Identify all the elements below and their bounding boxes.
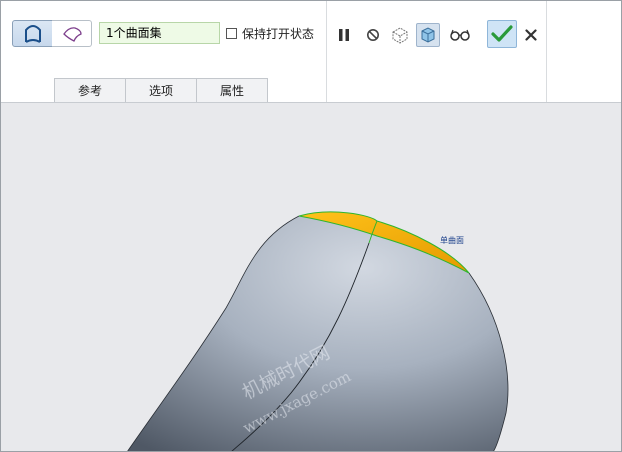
checkmark-icon: [491, 25, 513, 42]
verify-mode-button[interactable]: [416, 23, 440, 47]
dashboard-ribbon: 1个曲面集 保持打开状态 参考 选项 属性: [1, 1, 621, 102]
surface-annotation-label: 单曲面: [440, 236, 464, 245]
close-icon: [525, 29, 537, 41]
surface-set-collector[interactable]: 1个曲面集: [99, 22, 220, 44]
prohibit-icon: [367, 29, 379, 41]
app-window: 1个曲面集 保持打开状态 参考 选项 属性 单曲面 机械时代网 www.jxag…: [0, 0, 622, 452]
tab-properties[interactable]: 属性: [196, 78, 268, 102]
wireframe-preview-icon: [392, 27, 408, 44]
tab-options[interactable]: 选项: [125, 78, 197, 102]
keep-open-option[interactable]: 保持打开状态: [226, 25, 314, 42]
solid-surface-icon: [24, 24, 41, 43]
tab-references[interactable]: 参考: [54, 78, 126, 102]
preview-glasses-button[interactable]: [446, 23, 474, 47]
attached-preview-button[interactable]: [388, 23, 412, 47]
graphics-viewport[interactable]: 单曲面 机械时代网 www.jxage.com: [1, 102, 621, 452]
no-preview-button[interactable]: [361, 23, 385, 47]
solid-mode-button[interactable]: [12, 20, 53, 47]
surface-mode-button[interactable]: [52, 20, 92, 47]
glasses-icon: [450, 29, 470, 41]
pause-button[interactable]: [332, 23, 356, 47]
quilt-surface-icon: [62, 26, 82, 42]
keep-open-label: 保持打开状态: [242, 27, 315, 41]
ok-button[interactable]: [487, 20, 517, 48]
cancel-button[interactable]: [519, 23, 543, 47]
ribbon-separator: [546, 1, 547, 102]
pause-icon: [339, 29, 349, 41]
verify-model-icon: [421, 27, 435, 43]
dashboard-tabs: 参考 选项 属性: [54, 78, 268, 102]
model-body[interactable]: [127, 215, 508, 452]
ribbon-separator: [326, 1, 327, 102]
keep-open-checkbox[interactable]: [226, 28, 237, 39]
